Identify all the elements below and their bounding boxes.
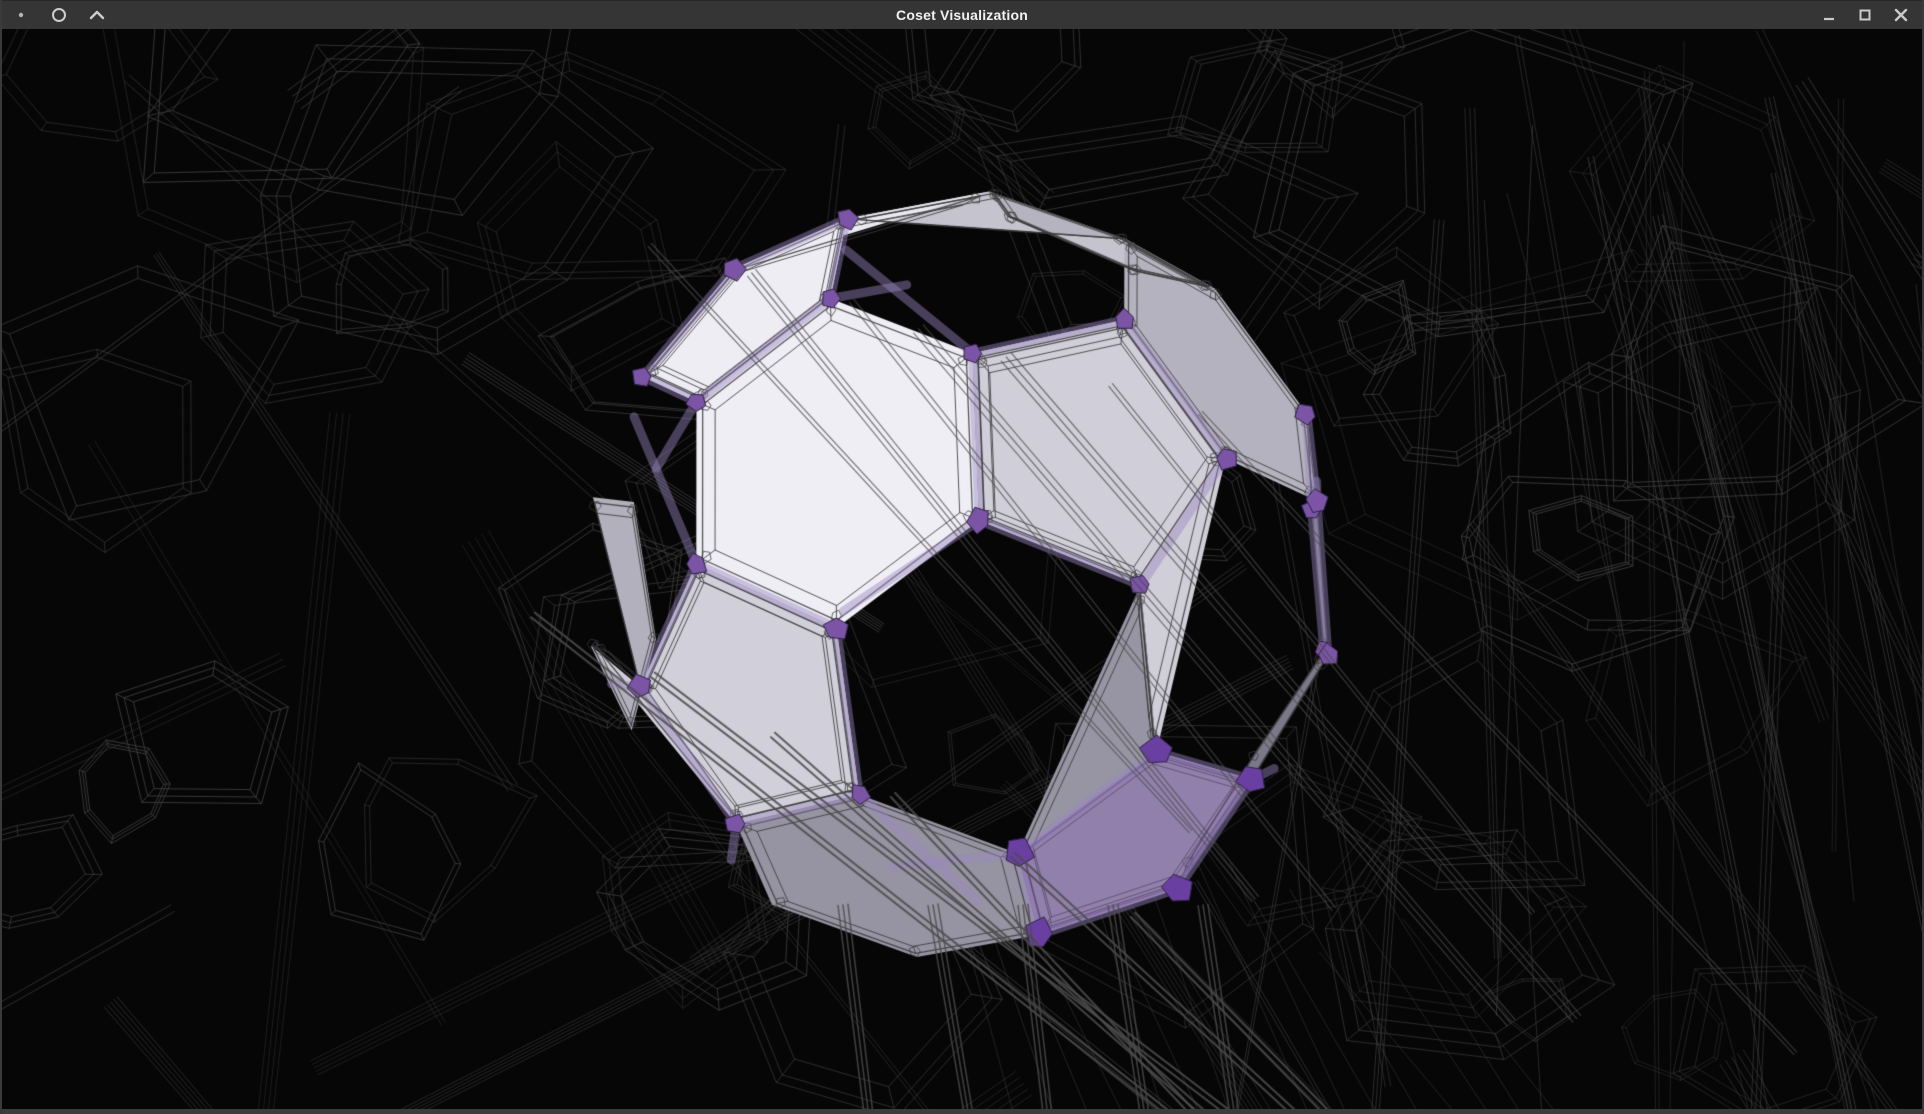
window-controls — [1818, 4, 1922, 26]
record-circle-icon[interactable] — [48, 4, 70, 26]
app-window: Coset Visualization — [0, 0, 1924, 1114]
titlebar[interactable]: Coset Visualization — [2, 0, 1922, 29]
minimize-button[interactable] — [1818, 4, 1840, 26]
maximize-button[interactable] — [1854, 4, 1876, 26]
scene-canvas[interactable] — [2, 29, 1922, 1109]
window-title: Coset Visualization — [2, 7, 1922, 23]
titlebar-left-icons — [2, 4, 108, 26]
app-dot-icon[interactable] — [10, 4, 32, 26]
viewport-3d[interactable] — [2, 29, 1922, 1109]
expand-chevron-icon[interactable] — [86, 4, 108, 26]
close-button[interactable] — [1890, 4, 1912, 26]
window-resize-edge[interactable] — [2, 1109, 1922, 1114]
